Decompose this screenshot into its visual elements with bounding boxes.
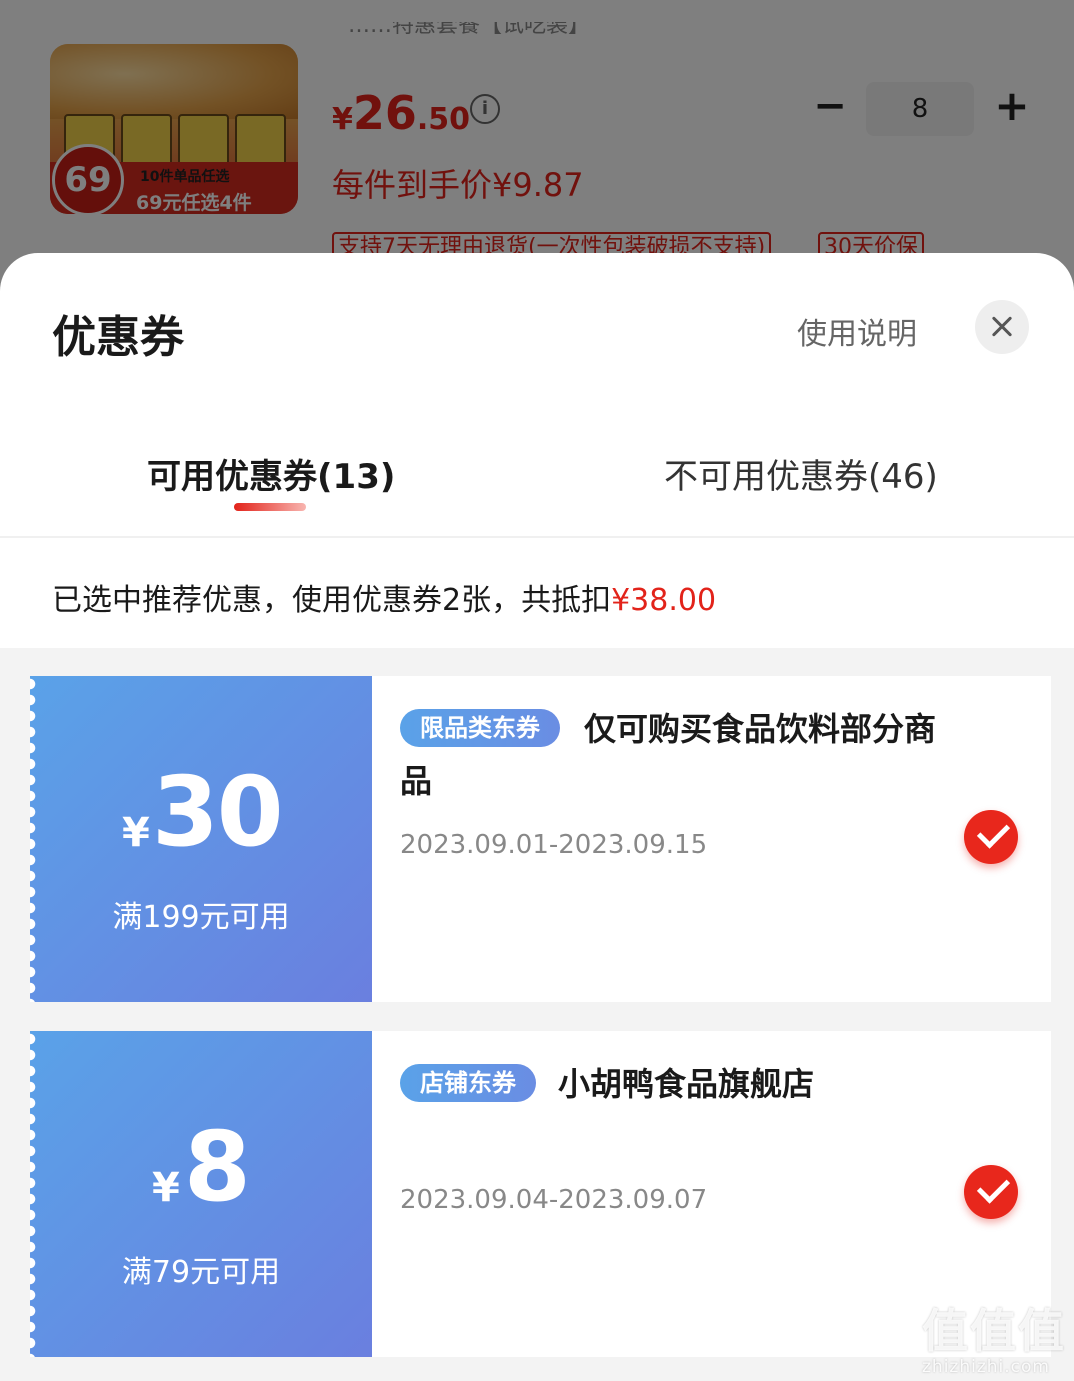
coupon-card[interactable]: ¥ 30 满199元可用 限品类东券 仅可购买食品饮料部分商 品 2023.09… (30, 676, 1051, 1002)
summary-text: 已选中推荐优惠，使用优惠券2张，共抵扣 (52, 583, 612, 618)
coupon-amount: 8 (184, 1111, 251, 1223)
coupon-currency: ¥ (152, 1165, 180, 1211)
tab-unavailable-coupons[interactable]: 不可用优惠券(46) (664, 449, 938, 498)
coupon-type-badge: 限品类东券 (400, 709, 560, 747)
divider (0, 536, 1074, 538)
coupon-title: 仅可购买食品饮料部分商 (584, 710, 937, 748)
sheet-title: 优惠券 (52, 312, 184, 363)
coupon-amount: 30 (152, 756, 284, 868)
usage-help-link[interactable]: 使用说明 (797, 309, 917, 353)
discount-summary: 已选中推荐优惠，使用优惠券2张，共抵扣¥38.00 (52, 575, 716, 619)
coupon-currency: ¥ (122, 810, 150, 856)
check-icon[interactable] (964, 1165, 1018, 1219)
summary-amount: ¥38.00 (611, 583, 717, 618)
coupon-card[interactable]: ¥ 8 满79元可用 店铺东券 小胡鸭食品旗舰店 2023.09.04-2023… (30, 1031, 1051, 1357)
watermark-logo: 值值值 (922, 1304, 1066, 1358)
close-icon[interactable] (975, 300, 1029, 354)
watermark: 值值值 zhizhizhi.com (922, 1295, 1072, 1377)
check-icon[interactable] (964, 810, 1018, 864)
watermark-url: zhizhizhi.com (922, 1357, 1050, 1377)
coupon-validity-date: 2023.09.04-2023.09.07 (400, 1185, 708, 1215)
coupon-condition: 满199元可用 (112, 900, 290, 935)
coupon-type-badge: 店铺东券 (400, 1064, 536, 1102)
coupon-title-line2: 品 (400, 762, 433, 800)
active-tab-indicator (234, 503, 306, 511)
tab-available-coupons[interactable]: 可用优惠券(13) (147, 449, 395, 498)
coupon-title: 小胡鸭食品旗舰店 (558, 1065, 815, 1103)
coupon-condition: 满79元可用 (121, 1255, 281, 1290)
coupon-list: ¥ 30 满199元可用 限品类东券 仅可购买食品饮料部分商 品 2023.09… (0, 648, 1074, 1381)
coupon-sheet: 优惠券 使用说明 可用优惠券(13) 不可用优惠券(46) 已选中推荐优惠，使用… (0, 253, 1074, 1381)
coupon-validity-date: 2023.09.01-2023.09.15 (400, 830, 708, 860)
